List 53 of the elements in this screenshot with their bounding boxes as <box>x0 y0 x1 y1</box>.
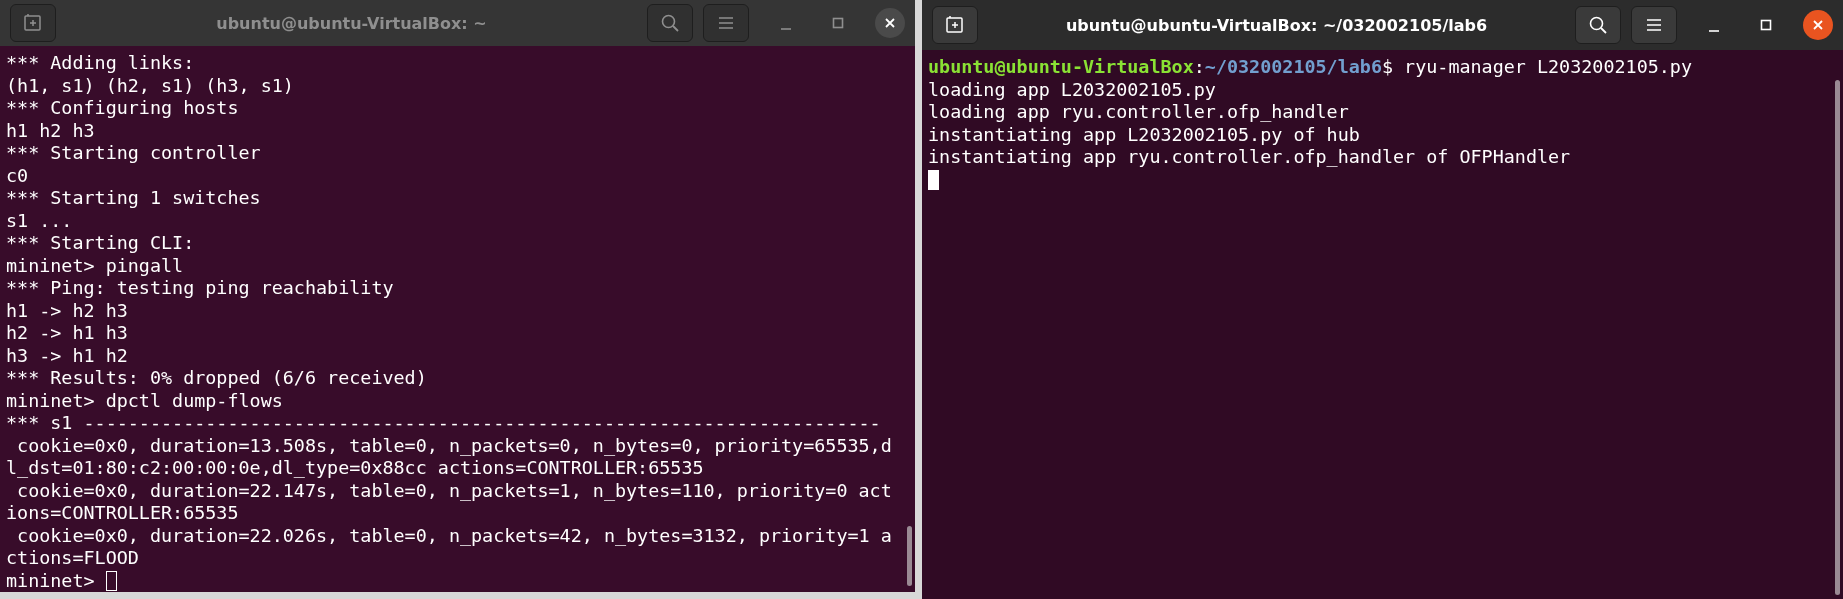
terminal-line: (h1, s1) (h2, s1) (h3, s1) <box>6 74 294 97</box>
terminal-line: instantiating app ryu.controller.ofp_handler of OFPHandler <box>928 146 1571 169</box>
close-icon <box>883 16 897 30</box>
terminal-line: *** Results: 0% dropped (6/6 received) <box>6 367 427 390</box>
terminal-prompt: mininet> <box>6 569 96 592</box>
terminal-line: instantiating app L2032002105.py of hub <box>928 123 1360 146</box>
terminal-line: s1 ... <box>6 209 73 232</box>
terminal-command: $ ryu-manager L2032002105.py <box>1381 56 1692 79</box>
terminal-line: mininet> pingall <box>6 254 184 277</box>
terminal-line: loading app ryu.controller.ofp_handler <box>928 101 1349 124</box>
terminal-line: c0 <box>6 164 29 187</box>
terminal-line: *** Starting controller <box>6 142 261 165</box>
terminal-line: *** s1 ------------------------------------------------------------------------ <box>6 412 881 435</box>
terminal-line: h1 -> h2 h3 <box>6 299 128 322</box>
minimize-icon <box>1709 30 1719 32</box>
prompt-path: ~/032002105/lab6 <box>1204 56 1382 79</box>
terminal-line: h1 h2 h3 <box>6 119 95 142</box>
terminal-line: h2 -> h1 h3 <box>6 322 128 345</box>
terminal-line: *** Starting 1 switches <box>6 187 261 210</box>
search-icon <box>660 13 680 33</box>
terminal-line: l_dst=01:80:c2:00:00:0e,dl_type=0x88cc actions=CONTROLLER:65535 <box>6 457 704 480</box>
terminal-line: mininet> dpctl dump-flows <box>6 389 283 412</box>
terminal-line: *** Adding links: <box>6 52 195 75</box>
terminal-line: *** Starting CLI: <box>6 232 195 255</box>
search-icon <box>1588 15 1608 35</box>
terminal-line: *** Ping: testing ping reachability <box>6 277 394 300</box>
minimize-icon <box>781 28 791 30</box>
terminal-line: *** Configuring hosts <box>6 97 239 120</box>
new-tab-icon <box>945 15 965 35</box>
terminal-line: loading app L2032002105.py <box>928 78 1216 101</box>
maximize-icon <box>1759 18 1773 32</box>
menu-icon <box>717 15 735 31</box>
terminal-line: ions=CONTROLLER:65535 <box>6 502 239 525</box>
window-title: ubuntu@ubuntu-VirtualBox: ~ <box>215 13 488 33</box>
menu-icon <box>1645 17 1663 33</box>
close-icon <box>1811 18 1825 32</box>
maximize-icon <box>831 16 845 30</box>
prompt-user: ubuntu@ubuntu-VirtualBox <box>928 56 1194 79</box>
close-button[interactable] <box>1803 10 1833 40</box>
scrollbar[interactable] <box>1835 80 1840 595</box>
terminal-line: h3 -> h1 h2 <box>6 344 128 367</box>
terminal-line: ctions=FLOOD <box>6 547 139 570</box>
prompt-separator: : <box>1193 56 1205 79</box>
window-title: ubuntu@ubuntu-VirtualBox: ~/032002105/lab6 <box>1064 15 1489 35</box>
scrollbar[interactable] <box>907 526 912 586</box>
close-button[interactable] <box>875 8 905 38</box>
menu-button[interactable] <box>1631 6 1677 44</box>
search-button[interactable] <box>1575 6 1621 44</box>
terminal-line: cookie=0x0, duration=22.147s, table=0, n_packets=1, n_bytes=110, priority=0 act <box>16 479 892 502</box>
new-tab-button[interactable] <box>932 6 978 44</box>
terminal-line: cookie=0x0, duration=13.508s, table=0, n_packets=0, n_bytes=0, priority=65535,d <box>16 434 892 457</box>
terminal-line: cookie=0x0, duration=22.026s, table=0, n_packets=42, n_bytes=3132, priority=1 a <box>16 524 892 547</box>
new-tab-icon <box>23 13 43 33</box>
